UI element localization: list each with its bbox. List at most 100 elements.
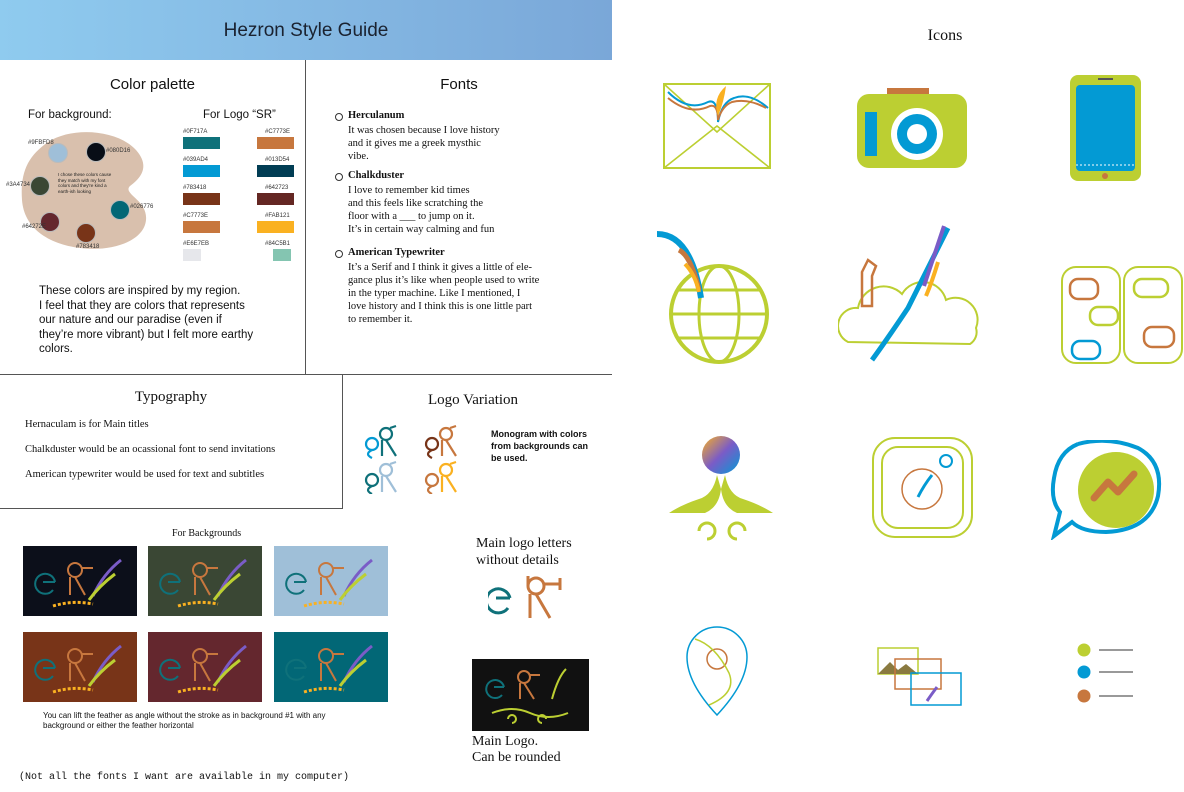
palette-color-dot bbox=[86, 142, 106, 162]
backgrounds-note-line: background or either the feather horizon… bbox=[43, 721, 194, 730]
background-card bbox=[274, 546, 388, 616]
logo-variation-note: Monogram with colors from backgrounds ca… bbox=[491, 428, 588, 464]
background-card-logo bbox=[159, 558, 247, 608]
typography-line: American typewriter would be used for te… bbox=[25, 469, 265, 480]
palette-description-line: colors. bbox=[39, 343, 73, 355]
instagram-icon bbox=[872, 437, 973, 538]
main-logo-letters bbox=[488, 576, 562, 619]
background-card-logo bbox=[34, 644, 122, 694]
divider-horizontal-2 bbox=[0, 508, 343, 509]
logo-variation-note-line: from backgrounds can bbox=[491, 441, 589, 451]
background-card bbox=[274, 632, 388, 702]
globe-icon bbox=[656, 231, 769, 364]
typography-title: Typography bbox=[134, 389, 208, 405]
logo-label: For Logo “SR” bbox=[203, 109, 276, 121]
main-logo-line: Main Logo. bbox=[472, 734, 539, 749]
palette-color-dot bbox=[48, 143, 68, 163]
logo-swatch bbox=[183, 249, 201, 261]
logo-swatch-label: #C7773E bbox=[265, 129, 291, 135]
list-icon bbox=[1077, 643, 1133, 703]
typography-line: Chalkduster would be an ocassional font … bbox=[25, 444, 276, 455]
logo-swatch bbox=[257, 137, 294, 149]
divider-vertical-1 bbox=[305, 60, 306, 374]
main-logo-line: Can be rounded bbox=[472, 750, 561, 765]
background-card bbox=[23, 546, 137, 616]
radio-herculanum[interactable] bbox=[335, 113, 343, 121]
palette-color-label: #3A4734 bbox=[6, 182, 31, 188]
palette-description: These colors are inspired by my region. … bbox=[39, 284, 253, 357]
logo-swatch-label: #C7773E bbox=[183, 213, 209, 219]
palette-color-dot bbox=[30, 176, 50, 196]
background-card bbox=[23, 632, 137, 702]
palette-color-label: #64272E bbox=[22, 224, 47, 230]
logo-swatch bbox=[183, 137, 220, 149]
logo-swatch bbox=[273, 249, 291, 261]
page-title: Hezron Style Guide bbox=[223, 20, 389, 41]
logo-swatch bbox=[257, 193, 294, 205]
footer-note: (Not all the fonts I want are available … bbox=[19, 772, 350, 783]
logo-swatch-label: #84C5B1 bbox=[265, 241, 291, 247]
palette-color-dot bbox=[110, 200, 130, 220]
backgrounds-title: For Backgrounds bbox=[172, 528, 242, 539]
fonts-title: Fonts bbox=[440, 76, 478, 93]
logo-swatch bbox=[183, 165, 220, 177]
location-pin-icon bbox=[686, 626, 748, 717]
tablet-icon bbox=[1070, 75, 1141, 181]
logo-swatch bbox=[257, 221, 294, 233]
color-palette-title: Color palette bbox=[109, 76, 196, 93]
background-card-logo bbox=[285, 644, 373, 694]
palette-color-label: #026776 bbox=[130, 204, 154, 210]
logo-swatch-label: #642723 bbox=[265, 185, 289, 191]
typography-line: Hernaculam is for Main titles bbox=[25, 419, 149, 430]
font-desc-chalkduster: I love to remember kid times and this fe… bbox=[348, 185, 495, 235]
palette-color-label: #783418 bbox=[76, 244, 100, 250]
logo-swatch-label: #0F717A bbox=[183, 129, 208, 135]
main-logo bbox=[485, 668, 569, 724]
palette-description-line: I feel that they are colors that represe… bbox=[39, 299, 245, 312]
logo-swatch bbox=[183, 221, 220, 233]
gallery-icon bbox=[877, 647, 962, 706]
palette-color-dot bbox=[76, 223, 96, 243]
radio-american-typewriter[interactable] bbox=[335, 250, 343, 258]
cloud-icon bbox=[838, 225, 979, 362]
main-logo-letters-line: Main logo letters bbox=[476, 536, 572, 551]
meditation-icon bbox=[669, 436, 773, 541]
background-card bbox=[148, 632, 262, 702]
background-card-logo bbox=[159, 644, 247, 694]
palette-note: I chose these colors cause they match wi… bbox=[58, 172, 112, 194]
logo-swatch-label: #039AD4 bbox=[183, 157, 209, 163]
main-logo-card bbox=[472, 659, 589, 731]
logo-swatch-label: #783418 bbox=[183, 185, 207, 191]
camera-icon bbox=[857, 88, 967, 168]
main-logo-letters-line: without details bbox=[476, 553, 559, 568]
icons-title: Icons bbox=[927, 27, 963, 44]
palette-description-line: These colors are inspired by my region. bbox=[39, 285, 241, 297]
chat-bubbles-icon bbox=[1061, 266, 1183, 364]
logo-swatch-label: #013D54 bbox=[265, 157, 290, 163]
background-card bbox=[148, 546, 262, 616]
backgrounds-note-line: You can lift the feather as angle withou… bbox=[43, 711, 326, 720]
logo-swatch-label: #E6E7EB bbox=[183, 241, 210, 247]
font-name-chalkduster: Chalkduster bbox=[348, 170, 405, 181]
font-name-american-typewriter: American Typewriter bbox=[348, 247, 445, 258]
background-label: For background: bbox=[28, 109, 112, 121]
palette-description-line: our nature and our paradise (even if bbox=[39, 314, 222, 326]
logo-variation-title: Logo Variation bbox=[427, 392, 519, 408]
mail-icon bbox=[663, 83, 771, 169]
background-card-logo bbox=[285, 558, 373, 608]
logo-swatch bbox=[183, 193, 220, 205]
font-desc-american-typewriter: It’s a Serif and I think it gives a litt… bbox=[348, 262, 540, 325]
palette-description-line: they’re more vibrant) but I felt more ea… bbox=[39, 328, 254, 341]
logo-swatch-label: #FAB121 bbox=[265, 213, 290, 219]
palette-color-label: #9FBFD8 bbox=[28, 140, 54, 146]
font-name-herculanum: Herculanum bbox=[348, 110, 405, 121]
logo-variation-note-line: Monogram with colors bbox=[491, 429, 588, 439]
messenger-icon bbox=[1050, 440, 1161, 540]
background-card-logo bbox=[34, 558, 122, 608]
radio-chalkduster[interactable] bbox=[335, 173, 343, 181]
logo-variation-note-line: be used. bbox=[491, 453, 528, 463]
font-desc-herculanum: It was chosen because I love history and… bbox=[348, 125, 500, 162]
backgrounds-note: You can lift the feather as angle withou… bbox=[43, 711, 326, 731]
logo-swatch bbox=[257, 165, 294, 177]
main-logo-caption: Main Logo. Can be rounded bbox=[472, 734, 561, 766]
